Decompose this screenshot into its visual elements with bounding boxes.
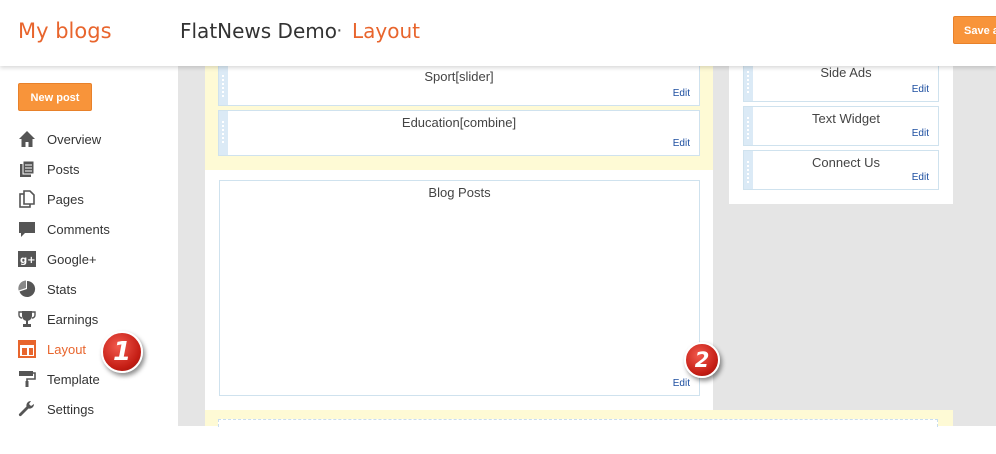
footer-add-gadget-area[interactable] [218,419,938,427]
gadget-edit-link[interactable]: Edit [912,84,929,95]
save-arrangement-button[interactable]: Save a [953,16,996,44]
gadget-title: Text Widget [812,111,880,126]
sidebar-item-label: Overview [47,131,102,147]
gadget-title: Side Ads [820,65,872,80]
home-icon [18,130,36,148]
sidebar-item-stats[interactable]: Stats [18,274,110,304]
gadget-title: Education[combine] [401,115,517,130]
sidebar: New post Overview Posts Pages Comments g… [0,66,178,454]
blog-title[interactable]: FlatNews Demo [180,19,337,43]
sidebar-item-google-plus[interactable]: g+ Google+ [18,244,110,274]
sidebar-item-label: Layout [47,341,87,357]
gadget-blog-posts[interactable]: Blog Posts Edit [219,180,700,396]
sidebar-item-overview[interactable]: Overview [18,124,110,154]
pages-icon [18,190,36,208]
gadget-edit-link[interactable]: Edit [912,172,929,183]
svg-text:g+: g+ [20,255,36,266]
gadget-title: Blog Posts [428,185,491,200]
gadget-side-ads[interactable]: Side Ads Edit [743,60,939,102]
title-separator: · [336,19,343,41]
new-post-button[interactable]: New post [18,83,92,111]
gadget-title: Sport[slider] [424,69,494,84]
sidebar-item-label: Pages [47,191,84,207]
gadget-title: Connect Us [812,155,880,170]
comments-icon [18,220,36,238]
layout-icon [18,340,36,358]
sidebar-item-label: Google+ [47,251,97,267]
gadget-edit-link[interactable]: Edit [912,128,929,139]
sidebar-item-comments[interactable]: Comments [18,214,110,244]
page-title: Layout [352,19,420,43]
step-2-badge: 2 [684,342,720,378]
gadget-connect-us[interactable]: Connect Us Edit [743,150,939,190]
sidebar-item-earnings[interactable]: Earnings [18,304,110,334]
sidebar-item-label: Earnings [47,311,99,327]
sidebar-item-label: Posts [47,161,80,177]
sidebar-item-label: Comments [47,221,110,237]
gadget-text-widget[interactable]: Text Widget Edit [743,106,939,146]
trophy-icon [18,310,36,328]
gadget-edit-link[interactable]: Edit [673,138,690,149]
posts-icon [18,160,36,178]
sidebar-item-pages[interactable]: Pages [18,184,110,214]
gadget-edit-link[interactable]: Edit [673,88,690,99]
step-1-badge: 1 [101,331,143,373]
top-bar: My blogs FlatNews Demo · Layout Save a [0,0,996,66]
sidebar-item-settings[interactable]: Settings [18,394,110,424]
sidebar-nav: Overview Posts Pages Comments g+ Google+… [18,124,110,424]
sidebar-item-template[interactable]: Template [18,364,110,394]
gadget-education-combine[interactable]: Education[combine] Edit [218,110,700,156]
paint-roller-icon [18,370,36,388]
stats-icon [18,280,36,298]
google-plus-icon: g+ [18,250,36,268]
gadget-edit-link[interactable]: Edit [673,378,690,389]
sidebar-item-label: Template [47,371,100,387]
sidebar-item-label: Stats [47,281,77,297]
wrench-icon [18,400,36,418]
my-blogs-link[interactable]: My blogs [18,19,112,43]
sidebar-item-layout[interactable]: Layout [18,334,110,364]
sidebar-item-label: Settings [47,401,94,417]
sidebar-item-posts[interactable]: Posts [18,154,110,184]
gadget-sport-slider[interactable]: Sport[slider] Edit [218,64,700,106]
